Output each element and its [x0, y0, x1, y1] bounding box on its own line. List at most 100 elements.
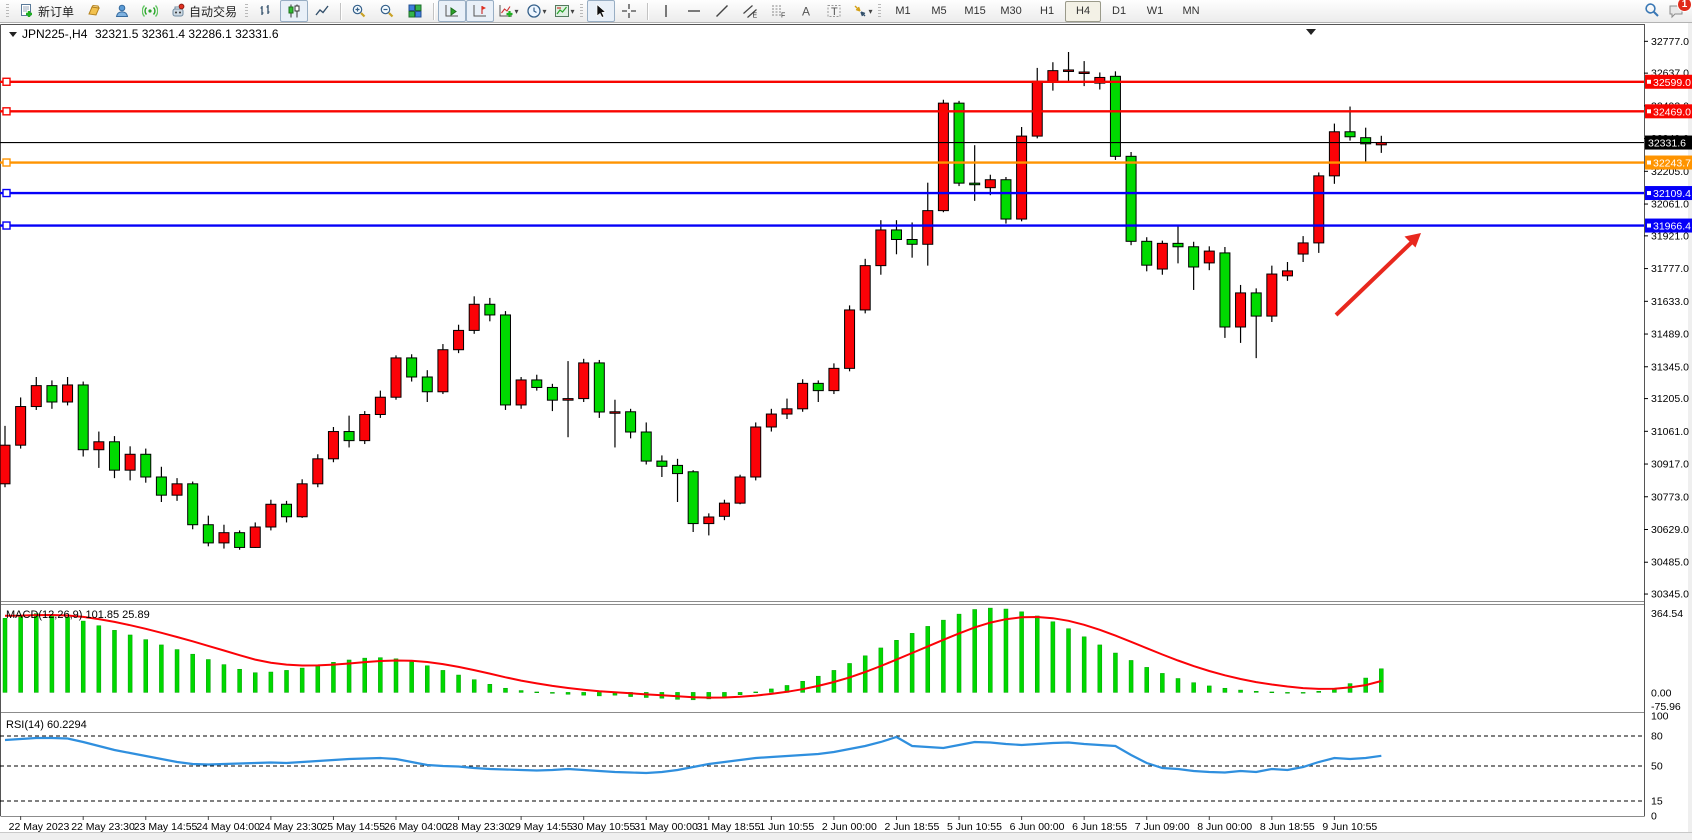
crosshair-button[interactable]: [615, 0, 643, 22]
macd-histogram-bar: [1192, 683, 1196, 693]
tile-windows-button[interactable]: [401, 0, 429, 22]
chart-shift-button[interactable]: [466, 0, 494, 22]
macd-histogram-bar: [1082, 637, 1086, 693]
candle-up: [923, 211, 933, 245]
timeframe-MN[interactable]: MN: [1173, 1, 1209, 22]
timeframe-M1[interactable]: M1: [885, 1, 921, 22]
candle-up: [1267, 274, 1277, 316]
trendline-tool-button[interactable]: [708, 0, 736, 22]
macd-histogram-bar: [238, 669, 242, 692]
macd-histogram-bar: [206, 660, 210, 693]
macd-histogram-bar: [816, 676, 820, 692]
templates-button[interactable]: ▾: [550, 0, 578, 22]
candle-down: [626, 412, 636, 432]
tile-windows-icon: [407, 3, 423, 19]
timeframe-M15[interactable]: M15: [957, 1, 993, 22]
macd-histogram-bar: [112, 630, 116, 692]
periods-button[interactable]: ▾: [522, 0, 550, 22]
indicators-button[interactable]: ▾: [494, 0, 522, 22]
candle-down: [594, 363, 604, 412]
arrows-tool-button[interactable]: ▾: [848, 0, 876, 22]
line-drag-handle[interactable]: [3, 222, 10, 229]
candle-up: [782, 409, 792, 414]
candlestick-chart-icon: [286, 3, 302, 19]
macd-histogram-bar: [1239, 690, 1243, 692]
horizontal-line-tool-button[interactable]: [680, 0, 708, 22]
candle-down: [1345, 132, 1355, 137]
history-center-button[interactable]: [80, 0, 108, 22]
line-drag-handle[interactable]: [3, 190, 10, 197]
line-drag-handle[interactable]: [3, 78, 10, 85]
candle-up: [360, 414, 370, 440]
line-drag-handle[interactable]: [3, 108, 10, 115]
crosshair-icon: [621, 3, 637, 19]
auto-scroll-icon: [444, 3, 460, 19]
bar-chart-button[interactable]: [252, 0, 280, 22]
timeframe-M30[interactable]: M30: [993, 1, 1029, 22]
candle-down: [891, 230, 901, 240]
rsi-axis-label: 0: [1651, 811, 1657, 823]
candle-down: [657, 461, 667, 466]
macd-histogram-bar: [285, 670, 289, 692]
candle-up: [125, 454, 135, 470]
chart-canvas[interactable]: 32777.032637.032493.032349.032205.032061…: [0, 23, 1692, 833]
auto-trading-button[interactable]: 自动交易: [164, 0, 243, 22]
candle-down: [1173, 243, 1183, 246]
new-order-button[interactable]: 新订单: [13, 0, 80, 22]
candle-down: [156, 477, 166, 495]
candle-up: [845, 310, 855, 368]
toolbar-grip[interactable]: [6, 4, 9, 19]
toolbar-grip[interactable]: [878, 4, 881, 19]
search-icon[interactable]: [1644, 2, 1660, 18]
signals-button[interactable]: [136, 0, 164, 22]
line-drag-handle[interactable]: [3, 159, 10, 166]
fibonacci-tool-button[interactable]: F: [764, 0, 792, 22]
macd-histogram-bar: [222, 665, 226, 693]
toolbar-grip[interactable]: [245, 4, 248, 19]
toolbar-grip[interactable]: [580, 4, 583, 19]
macd-histogram-bar: [863, 656, 867, 693]
y-axis-tick-label: 31345.0: [1651, 361, 1689, 373]
community-button[interactable]: [108, 0, 136, 22]
zoom-out-button[interactable]: [373, 0, 401, 22]
text-tool-button[interactable]: A: [792, 0, 820, 22]
macd-histogram-bar: [331, 662, 335, 692]
text-label-tool-button[interactable]: T: [820, 0, 848, 22]
candle-up: [469, 304, 479, 330]
vertical-line-tool-button[interactable]: [652, 0, 680, 22]
macd-histogram-bar: [503, 688, 507, 692]
zoom-in-button[interactable]: [345, 0, 373, 22]
cursor-button[interactable]: [587, 0, 615, 22]
svg-text:F: F: [781, 13, 785, 20]
bar-chart-icon: [258, 3, 274, 19]
candle-down: [422, 377, 432, 392]
macd-histogram-bar: [1051, 622, 1055, 693]
price-tag-marker: [1647, 109, 1652, 114]
toolbar-separator: [340, 3, 341, 20]
timeframe-W1[interactable]: W1: [1137, 1, 1173, 22]
notifications-button[interactable]: 1: [1668, 1, 1686, 19]
auto-scroll-button[interactable]: [438, 0, 466, 22]
y-axis-tick-label: 32061.0: [1651, 199, 1689, 211]
trading-platform-window: 新订单: [0, 0, 1692, 840]
candle-down: [1001, 180, 1011, 219]
timeframe-D1[interactable]: D1: [1101, 1, 1137, 22]
candle-up: [1329, 132, 1339, 176]
candle-up: [876, 230, 886, 266]
macd-histogram-bar: [550, 692, 554, 693]
price-tag-marker: [1647, 79, 1652, 84]
equidistant-channel-tool-button[interactable]: E: [736, 0, 764, 22]
candlestick-chart-button[interactable]: [280, 0, 308, 22]
candle-up: [63, 385, 73, 402]
new-order-label: 新订单: [38, 3, 74, 20]
timeframe-H4[interactable]: H4: [1065, 1, 1101, 22]
candle-down: [1189, 247, 1199, 267]
candle-down: [203, 525, 213, 543]
timeframe-M5[interactable]: M5: [921, 1, 957, 22]
timeframe-H1[interactable]: H1: [1029, 1, 1065, 22]
rsi-axis-label: 50: [1651, 761, 1663, 773]
fibonacci-icon: F: [770, 3, 786, 19]
candle-up: [94, 442, 104, 450]
line-chart-button[interactable]: [308, 0, 336, 22]
macd-histogram-bar: [410, 662, 414, 693]
